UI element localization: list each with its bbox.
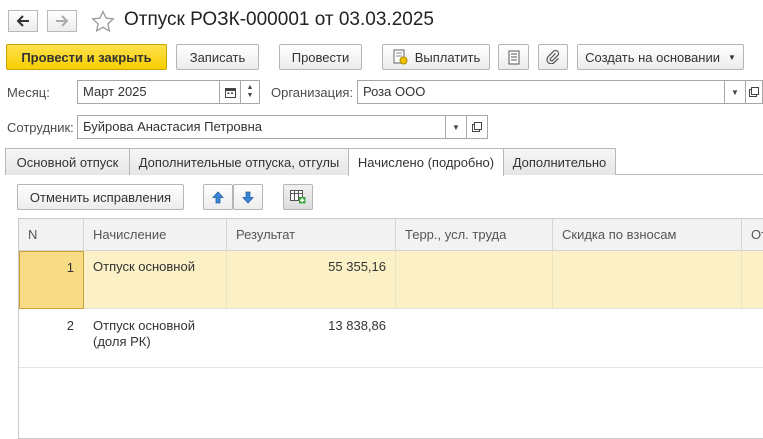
column-header-territory[interactable]: Терр., усл. труда (396, 219, 553, 251)
column-header-result[interactable]: Результат (227, 219, 396, 251)
open-window-icon (749, 87, 759, 97)
arrow-down-icon (242, 191, 254, 204)
territory-cell[interactable] (396, 251, 553, 309)
back-button[interactable] (8, 10, 38, 32)
table-row[interactable]: 1 Отпуск основной 55 355,16 (19, 251, 763, 309)
table-header: N Начисление Результат Терр., усл. труда… (19, 219, 763, 251)
page-title: Отпуск РОЗК-000001 от 03.03.2025 (124, 9, 434, 30)
accrual-cell[interactable]: Отпуск основной (84, 251, 227, 309)
organization-dropdown-button[interactable]: ▼ (724, 80, 746, 104)
month-field[interactable]: Март 2025 (77, 80, 220, 104)
discount-cell[interactable] (553, 310, 742, 368)
cancel-corrections-button[interactable]: Отменить исправления (17, 184, 184, 210)
dropdown-arrow-icon: ▼ (731, 87, 739, 97)
create-based-on-button[interactable]: Создать на основании ▼ (577, 44, 744, 70)
organization-label: Организация: (271, 85, 354, 100)
table-add-icon (290, 190, 306, 204)
employee-open-button[interactable] (466, 115, 488, 139)
accrual-name-line2: (доля РК) (93, 334, 151, 349)
arrow-up-icon (212, 190, 224, 203)
column-header-accrual[interactable]: Начисление (84, 219, 227, 251)
pay-button-label: Выплатить (414, 49, 481, 65)
tab-accrued-detailed[interactable]: Начислено (подробно) (348, 148, 504, 176)
month-spin-button[interactable]: ▲ ▼ (240, 80, 260, 104)
paperclip-icon (546, 50, 560, 64)
spin-up-icon: ▲ (246, 84, 254, 91)
attach-button[interactable] (538, 44, 568, 70)
post-and-close-button[interactable]: Провести и закрыть (6, 44, 167, 70)
calendar-icon (224, 87, 236, 98)
month-calendar-button[interactable] (219, 80, 241, 104)
row-number-cell[interactable]: 1 (19, 251, 84, 309)
arrow-left-icon (16, 15, 29, 27)
column-header-other[interactable]: От (742, 219, 763, 251)
organization-field[interactable]: Роза ООО (357, 80, 725, 104)
report-button[interactable] (498, 44, 529, 70)
organization-open-button[interactable] (745, 80, 763, 104)
dropdown-arrow-icon: ▼ (452, 122, 460, 132)
save-button[interactable]: Записать (176, 44, 259, 70)
column-header-discount[interactable]: Скидка по взносам (553, 219, 742, 251)
result-cell[interactable]: 55 355,16 (227, 251, 396, 309)
table-row[interactable]: 2 Отпуск основной (доля РК) 13 838,86 (19, 310, 763, 368)
favorite-star-icon[interactable] (91, 9, 115, 36)
document-list-icon (508, 50, 519, 64)
result-cell[interactable]: 13 838,86 (227, 310, 396, 368)
tab-main-vacation[interactable]: Основной отпуск (5, 148, 130, 175)
forward-button[interactable] (47, 10, 77, 32)
column-header-n[interactable]: N (19, 219, 84, 251)
employee-field[interactable]: Буйрова Анастасия Петровна (77, 115, 446, 139)
move-down-button[interactable] (233, 184, 263, 210)
accruals-table[interactable]: N Начисление Результат Терр., усл. труда… (18, 218, 763, 439)
employee-label: Сотрудник: (7, 120, 74, 135)
accrual-cell[interactable]: Отпуск основной (доля РК) (84, 310, 227, 368)
column-settings-button[interactable] (283, 184, 313, 210)
territory-cell[interactable] (396, 310, 553, 368)
pay-document-icon (392, 49, 408, 65)
discount-cell[interactable] (553, 251, 742, 309)
tab-additional[interactable]: Дополнительно (503, 148, 616, 175)
pay-button[interactable]: Выплатить (382, 44, 490, 70)
open-window-icon (472, 122, 482, 132)
move-up-button[interactable] (203, 184, 233, 210)
row-number-cell[interactable]: 2 (19, 310, 84, 368)
arrow-right-icon (56, 15, 69, 27)
post-button[interactable]: Провести (279, 44, 362, 70)
month-label: Месяц: (7, 85, 50, 100)
accrual-name: Отпуск основной (93, 259, 195, 274)
spin-down-icon: ▼ (246, 92, 254, 99)
accrual-name: Отпуск основной (93, 318, 195, 333)
employee-dropdown-button[interactable]: ▼ (445, 115, 467, 139)
dropdown-arrow-icon: ▼ (727, 52, 736, 62)
tab-additional-vacations[interactable]: Дополнительные отпуска, отгулы (129, 148, 349, 175)
other-cell[interactable] (742, 251, 763, 309)
create-based-on-label: Создать на основании (585, 49, 720, 65)
